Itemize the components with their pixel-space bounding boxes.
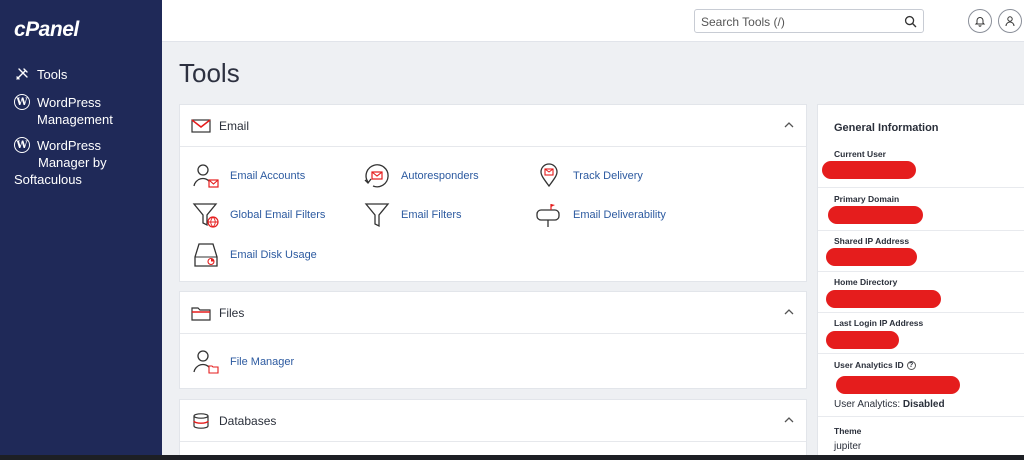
global-email-filters-icon	[192, 203, 219, 228]
page-title: Tools	[179, 58, 240, 88]
tool-autoresponders[interactable]: Autoresponders	[363, 162, 479, 190]
folder-icon	[191, 307, 211, 321]
top-bar	[162, 0, 1024, 42]
tool-label: Email Accounts	[230, 170, 306, 182]
cpanel-logo[interactable]: cPanel	[14, 18, 79, 42]
redaction-mark	[836, 376, 960, 394]
tool-file-manager[interactable]: File Manager	[192, 348, 294, 376]
sidebar-item-label: Management	[37, 112, 113, 127]
tool-global-email-filters[interactable]: Global Email Filters	[192, 201, 325, 229]
info-label: Current User	[834, 149, 886, 159]
wordpress-icon: W	[14, 137, 30, 153]
tool-email-deliverability[interactable]: Email Deliverability	[535, 201, 666, 229]
sidebar-item-label-wrap[interactable]: Softaculous	[14, 171, 82, 188]
files-panel: Files File Manager	[179, 291, 807, 389]
search-icon[interactable]	[904, 15, 917, 28]
sidebar-item-tools[interactable]: Tools	[14, 66, 67, 83]
redaction-mark	[822, 161, 916, 179]
info-label: Theme	[834, 426, 862, 436]
redaction-mark	[826, 331, 899, 349]
theme-value: jupiter	[834, 441, 862, 452]
redaction-mark	[826, 290, 941, 308]
email-deliverability-icon	[536, 204, 560, 227]
search-input[interactable]	[701, 14, 901, 30]
tool-label: Email Disk Usage	[230, 249, 317, 261]
info-row-last-login-ip: Last Login IP Address	[818, 313, 1024, 354]
envelope-icon	[191, 119, 211, 133]
wordpress-icon: W	[14, 94, 30, 110]
user-icon	[1005, 16, 1015, 27]
tool-label: Email Filters	[401, 209, 462, 221]
email-panel-title: Email	[219, 119, 250, 133]
analytics-status-prefix: User Analytics:	[834, 399, 903, 410]
bell-icon	[974, 17, 986, 27]
redaction-mark	[826, 248, 917, 266]
files-panel-header[interactable]: Files	[180, 292, 806, 334]
info-row-current-user: Current User	[818, 144, 1024, 188]
sidebar-item-wordpress-manager[interactable]: W WordPress Manager by	[14, 137, 107, 171]
files-panel-title: Files	[219, 306, 245, 320]
tool-label: Global Email Filters	[230, 209, 326, 221]
bottom-edge	[0, 455, 1024, 460]
general-information-panel: General Information Current User Primary…	[817, 104, 1024, 460]
info-row-theme: Theme jupiter	[818, 417, 1024, 460]
user-menu-button[interactable]	[998, 9, 1022, 33]
email-disk-usage-icon	[194, 243, 218, 267]
sidebar: cPanel Tools W WordPress Management W Wo…	[0, 0, 162, 460]
chevron-up-icon[interactable]	[784, 416, 794, 424]
help-icon[interactable]: ?	[906, 361, 916, 371]
tool-email-filters[interactable]: Email Filters	[363, 201, 462, 229]
info-row-home-directory: Home Directory	[818, 272, 1024, 313]
notifications-button[interactable]	[968, 9, 992, 33]
databases-panel-title: Databases	[219, 414, 277, 428]
file-manager-icon	[193, 350, 219, 374]
info-label: Shared IP Address	[834, 236, 910, 246]
email-panel: Email Email Accounts Autoresponders Trac…	[179, 104, 807, 282]
info-label: Home Directory	[834, 277, 898, 287]
info-label: User Analytics ID	[834, 360, 904, 370]
sidebar-item-label: Tools	[37, 67, 68, 82]
email-accounts-icon	[193, 164, 219, 188]
email-filters-icon	[364, 203, 390, 228]
info-row-user-analytics: User Analytics ID? User Analytics: Disab…	[818, 354, 1024, 417]
general-information-title: General Information	[834, 122, 939, 134]
database-icon	[193, 413, 209, 429]
databases-panel-header[interactable]: Databases	[180, 400, 806, 442]
info-label: Primary Domain	[834, 194, 900, 204]
tool-label: Autoresponders	[401, 170, 479, 182]
databases-panel: Databases	[179, 399, 807, 460]
chevron-up-icon[interactable]	[784, 121, 794, 129]
chevron-up-icon[interactable]	[784, 308, 794, 316]
tool-email-disk-usage[interactable]: Email Disk Usage	[192, 241, 317, 269]
autoresponders-icon	[364, 164, 389, 188]
tool-label: Track Delivery	[573, 170, 643, 182]
info-row-primary-domain: Primary Domain	[818, 188, 1024, 231]
email-panel-header[interactable]: Email	[180, 105, 806, 147]
sidebar-item-label: Manager by	[38, 155, 107, 170]
sidebar-item-wordpress-management[interactable]: W WordPress Management	[14, 94, 113, 128]
tool-label: File Manager	[230, 356, 295, 368]
search-box[interactable]	[694, 9, 924, 33]
sidebar-item-label: Softaculous	[14, 172, 82, 187]
info-label: Last Login IP Address	[834, 318, 924, 328]
tool-track-delivery[interactable]: Track Delivery	[535, 162, 643, 190]
sidebar-item-label: WordPress	[37, 138, 102, 153]
redaction-mark	[828, 206, 923, 224]
tool-email-accounts[interactable]: Email Accounts	[192, 162, 305, 190]
tool-label: Email Deliverability	[573, 209, 666, 221]
sidebar-item-label: WordPress	[37, 95, 102, 110]
info-row-shared-ip: Shared IP Address	[818, 231, 1024, 272]
analytics-status-value: Disabled	[902, 399, 945, 410]
tools-icon	[16, 68, 28, 80]
track-delivery-icon	[540, 163, 558, 188]
